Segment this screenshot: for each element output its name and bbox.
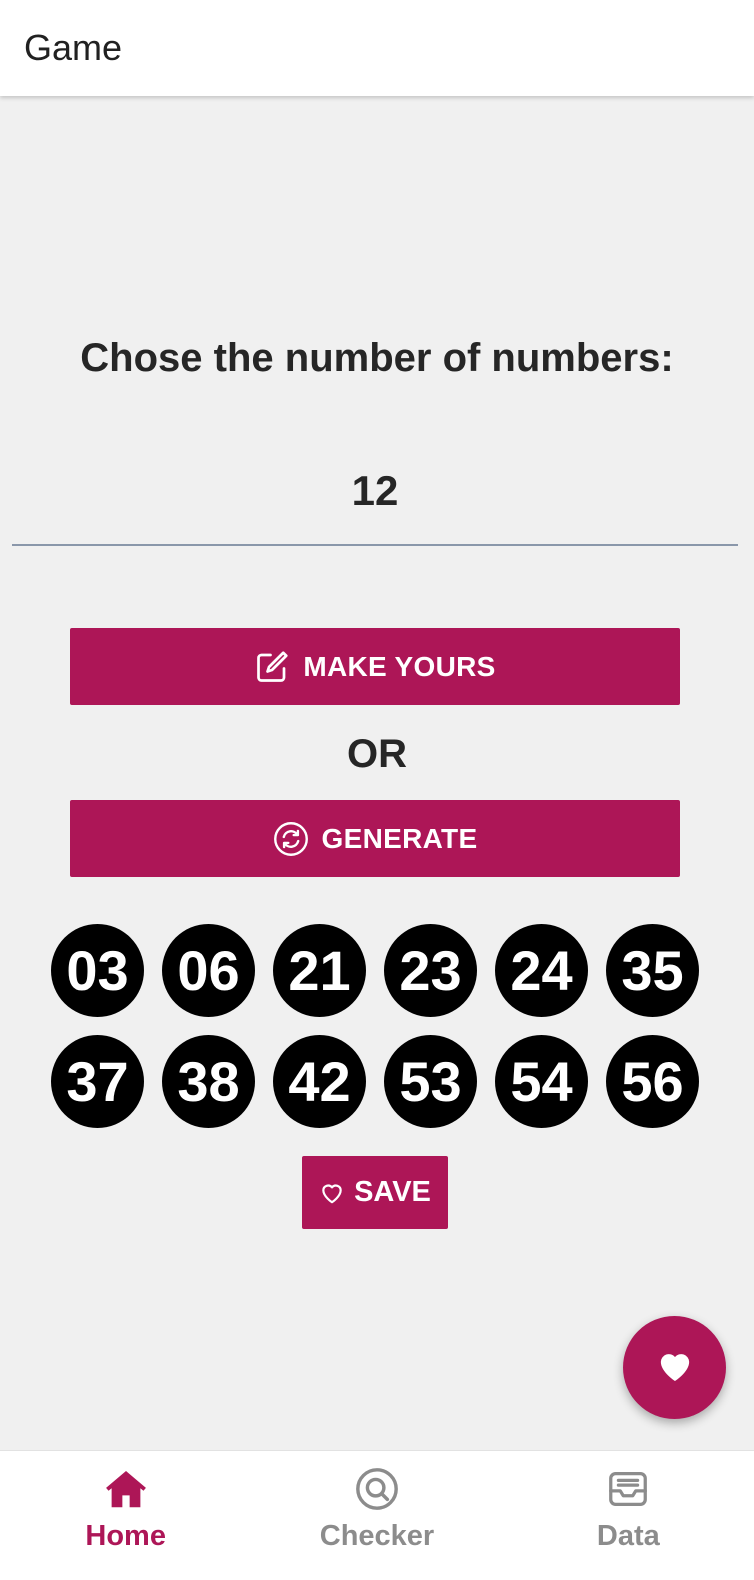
- nav-item-data[interactable]: Data: [503, 1451, 754, 1580]
- heart-outline-icon: [319, 1180, 345, 1206]
- favorites-fab[interactable]: [623, 1316, 726, 1419]
- home-icon: [102, 1465, 150, 1513]
- number-count-prompt: Chose the number of numbers:: [80, 336, 674, 380]
- search-circle-icon: [353, 1465, 401, 1513]
- refresh-icon: [273, 821, 309, 857]
- make-yours-button[interactable]: MAKE YOURS: [70, 628, 680, 705]
- nav-item-home[interactable]: Home: [0, 1451, 251, 1580]
- number-ball: 35: [606, 924, 699, 1017]
- number-ball: 21: [273, 924, 366, 1017]
- generate-button[interactable]: GENERATE: [70, 800, 680, 877]
- number-ball: 06: [162, 924, 255, 1017]
- nav-item-checker[interactable]: Checker: [251, 1451, 502, 1580]
- number-ball: 42: [273, 1035, 366, 1128]
- nav-label-checker: Checker: [319, 1520, 435, 1552]
- generate-label: GENERATE: [321, 822, 478, 854]
- app-title: Game: [24, 27, 123, 68]
- nav-label-data: Data: [596, 1520, 660, 1552]
- number-ball: 56: [606, 1035, 699, 1128]
- save-label: SAVE: [354, 1176, 431, 1208]
- edit-icon: [254, 649, 290, 685]
- save-button[interactable]: SAVE: [302, 1156, 448, 1229]
- make-yours-label: MAKE YOURS: [303, 650, 496, 682]
- number-ball: 24: [495, 924, 588, 1017]
- number-count-input[interactable]: [12, 438, 738, 546]
- number-ball: 53: [384, 1035, 477, 1128]
- number-balls: 03 06 21 23 24 35 37 38 42 53 54 56: [51, 924, 703, 1128]
- number-ball: 03: [51, 924, 144, 1017]
- number-ball: 37: [51, 1035, 144, 1128]
- bottom-nav: Home Checker Data: [0, 1450, 754, 1580]
- or-separator: OR: [347, 732, 407, 776]
- number-ball: 38: [162, 1035, 255, 1128]
- nav-label-home: Home: [85, 1520, 166, 1552]
- heart-icon: [655, 1346, 695, 1389]
- inbox-icon: [604, 1465, 652, 1513]
- number-ball: 23: [384, 924, 477, 1017]
- number-ball: 54: [495, 1035, 588, 1128]
- app-bar: Game: [0, 0, 754, 96]
